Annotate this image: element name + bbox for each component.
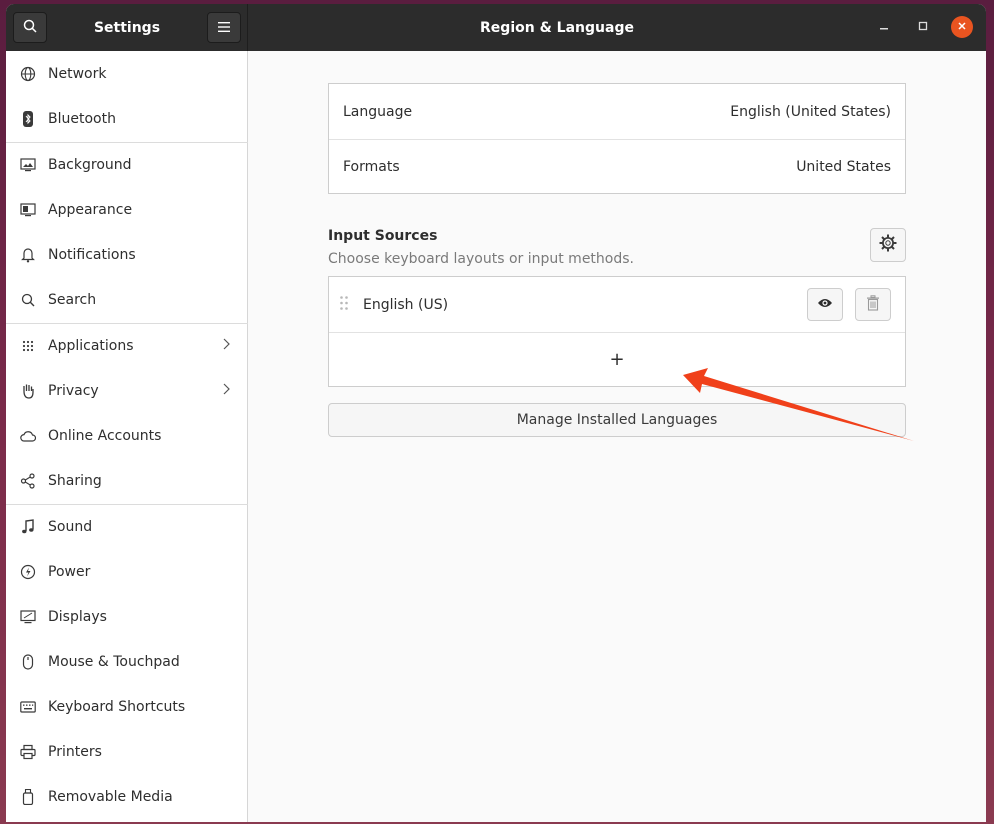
sidebar-item-keyboard-shortcuts[interactable]: Keyboard Shortcuts: [6, 684, 248, 729]
close-button[interactable]: [951, 16, 973, 38]
sidebar-item-label: Search: [48, 291, 97, 308]
input-source-row[interactable]: English (US): [329, 277, 905, 332]
music-note-icon: [20, 518, 36, 535]
globe-icon: [20, 66, 36, 82]
sidebar-item-power[interactable]: Power: [6, 549, 248, 594]
grid-icon: [20, 338, 36, 354]
sidebar-item-label: Network: [48, 65, 107, 82]
sidebar-item-displays[interactable]: Displays: [6, 594, 248, 639]
sidebar-item-bluetooth[interactable]: Bluetooth: [6, 96, 248, 141]
header-bar: Settings Region & Language: [6, 4, 986, 51]
hamburger-menu-icon: [218, 20, 230, 36]
add-icon: +: [609, 349, 625, 370]
sidebar-item-label: Applications: [48, 337, 134, 354]
formats-label: Formats: [343, 158, 400, 175]
maximize-button[interactable]: [912, 16, 934, 38]
hand-icon: [20, 383, 36, 399]
sidebar-item-sharing[interactable]: Sharing: [6, 458, 248, 503]
sidebar-item-applications[interactable]: Applications: [6, 323, 248, 368]
printer-icon: [20, 744, 36, 760]
bluetooth-icon: [20, 110, 36, 127]
add-input-source-row[interactable]: +: [329, 332, 905, 387]
menu-button[interactable]: [207, 12, 241, 43]
bell-icon: [20, 247, 36, 263]
remove-input-source-button[interactable]: [855, 288, 891, 321]
chevron-right-icon: [223, 383, 230, 399]
sidebar-item-privacy[interactable]: Privacy: [6, 368, 248, 413]
sidebar-item-label: Privacy: [48, 382, 99, 399]
sidebar-item-label: Notifications: [48, 246, 136, 263]
eye-icon: [817, 297, 833, 313]
search-icon: [20, 292, 36, 308]
page-title: Region & Language: [480, 19, 634, 36]
show-layout-button[interactable]: [807, 288, 843, 321]
sidebar-item-label: Printers: [48, 743, 102, 760]
sidebar-item-label: Power: [48, 563, 91, 580]
sidebar-item-notifications[interactable]: Notifications: [6, 232, 248, 277]
language-label: Language: [343, 103, 413, 120]
input-sources-options-button[interactable]: [870, 228, 906, 262]
sidebar-item-removable-media[interactable]: Removable Media: [6, 774, 248, 819]
formats-value: United States: [796, 158, 891, 175]
input-sources-title: Input Sources: [328, 228, 438, 244]
sidebar-item-label: Appearance: [48, 201, 133, 218]
region-list: Language English (United States) Formats…: [328, 83, 906, 194]
sidebar-item-label: Keyboard Shortcuts: [48, 698, 186, 715]
trash-icon: [866, 294, 880, 315]
minimize-button[interactable]: [873, 16, 895, 38]
sidebar-item-printers[interactable]: Printers: [6, 729, 248, 774]
sidebar-item-sound[interactable]: Sound: [6, 504, 248, 549]
search-icon: [23, 19, 37, 37]
keyboard-icon: [20, 699, 36, 715]
sidebar-item-label: Removable Media: [48, 788, 173, 805]
sidebar-item-background[interactable]: Background: [6, 142, 248, 187]
cloud-icon: [20, 428, 36, 444]
sidebar-item-label: Displays: [48, 608, 107, 625]
share-icon: [20, 472, 36, 489]
sidebar-item-network[interactable]: Network: [6, 51, 248, 96]
region-language-panel: Language English (United States) Formats…: [249, 51, 986, 822]
maximize-icon: [918, 19, 928, 35]
manage-installed-languages-button[interactable]: Manage Installed Languages: [328, 403, 906, 437]
search-button[interactable]: [13, 12, 47, 43]
sidebar-item-label: Sharing: [48, 472, 102, 489]
sidebar: Network Bluetooth Background Appearance: [6, 51, 248, 822]
input-source-label: English (US): [363, 296, 449, 313]
input-sources-subtitle: Choose keyboard layouts or input methods…: [328, 251, 634, 267]
sidebar-header: Settings: [6, 4, 248, 51]
sidebar-item-search[interactable]: Search: [6, 277, 248, 322]
sidebar-item-mouse-touchpad[interactable]: Mouse & Touchpad: [6, 639, 248, 684]
sidebar-item-label: Bluetooth: [48, 110, 116, 127]
sidebar-item-label: Background: [48, 156, 132, 173]
formats-row[interactable]: Formats United States: [329, 139, 905, 194]
sidebar-item-label: Mouse & Touchpad: [48, 653, 180, 670]
drag-handle-icon[interactable]: [339, 295, 349, 315]
gear-icon: [879, 234, 897, 256]
sidebar-item-online-accounts[interactable]: Online Accounts: [6, 413, 248, 458]
sidebar-item-label: Online Accounts: [48, 427, 162, 444]
usb-drive-icon: [20, 788, 36, 805]
minimize-icon: [879, 19, 889, 35]
display-icon: [20, 609, 36, 625]
settings-window: Settings Region & Language Network Bluet…: [6, 4, 986, 822]
language-row[interactable]: Language English (United States): [329, 84, 905, 139]
input-sources-list: English (US) +: [328, 276, 906, 387]
background-icon: [20, 157, 36, 173]
appearance-icon: [20, 202, 36, 218]
sidebar-item-label: Sound: [48, 518, 93, 535]
chevron-right-icon: [223, 338, 230, 354]
close-icon: [957, 19, 967, 35]
mouse-icon: [20, 653, 36, 670]
sidebar-title: Settings: [93, 19, 161, 36]
power-icon: [20, 564, 36, 580]
sidebar-item-appearance[interactable]: Appearance: [6, 187, 248, 232]
language-value: English (United States): [730, 103, 891, 120]
